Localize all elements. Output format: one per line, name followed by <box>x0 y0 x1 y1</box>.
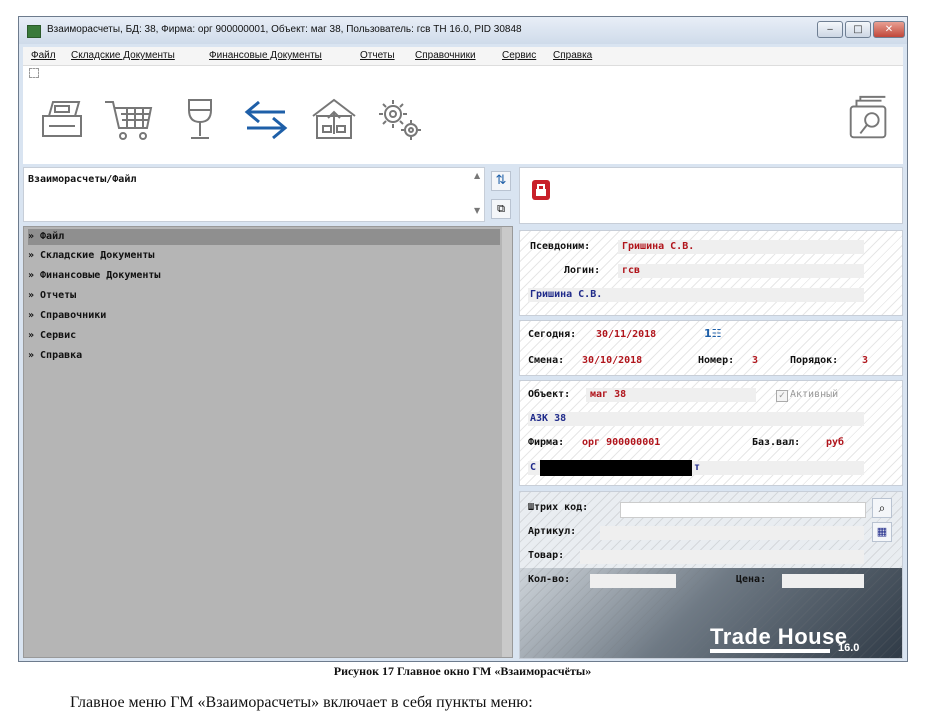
menu-reports[interactable]: Отчеты <box>360 50 395 61</box>
tree-item-references[interactable]: » Справочники <box>28 308 106 324</box>
calendar-icon[interactable]: 1☷ <box>704 327 722 340</box>
user-panel: Псевдоним: Гришина С.В. Логин: гсв Гриши… <box>519 230 903 316</box>
shift-label: Смена: <box>528 355 565 366</box>
figure-caption: Рисунок 17 Главное окно ГМ «Взаиморасчёт… <box>333 664 592 678</box>
tree-scrollbar[interactable] <box>502 227 512 657</box>
keyboard-icon[interactable]: ▦ <box>872 522 892 542</box>
binoculars-icon[interactable]: ⌕ <box>872 498 892 518</box>
tree-item-finance-docs[interactable]: » Финансовые Документы <box>28 268 160 284</box>
alias-label: Псевдоним: <box>530 241 591 252</box>
active-checkbox[interactable]: ✓ <box>776 390 788 402</box>
today-label: Сегодня: <box>528 329 577 340</box>
stop-icon[interactable] <box>532 180 550 200</box>
menu-references[interactable]: Справочники <box>415 50 476 61</box>
product-label: Товар: <box>528 550 565 561</box>
tree-item-service[interactable]: » Сервис <box>28 328 76 344</box>
brand-version: 16.0 <box>838 642 860 654</box>
redacted-prefix: С <box>530 462 537 473</box>
article-input[interactable] <box>600 526 864 540</box>
tree-item-reports[interactable]: » Отчеты <box>28 288 76 304</box>
wine-glass-icon[interactable] <box>173 92 227 146</box>
number-value: 3 <box>752 355 759 366</box>
cash-register-icon[interactable] <box>35 92 89 146</box>
order-value: 3 <box>862 355 869 366</box>
close-button[interactable]: ✕ <box>873 21 905 38</box>
exchange-arrows-icon[interactable] <box>239 92 293 146</box>
object-label: Объект: <box>528 389 571 400</box>
redacted-suffix: т <box>694 462 701 473</box>
warehouse-upload-icon[interactable] <box>307 92 361 146</box>
currency-label: Баз.вал: <box>752 437 801 448</box>
maximize-button[interactable]: □ <box>845 21 871 38</box>
object-panel: Объект: маг 38 ✓ Активный АЗК 38 Фирма: … <box>519 380 903 486</box>
toolbar-grip[interactable] <box>29 68 39 78</box>
menu-file[interactable]: Файл <box>31 50 56 61</box>
barcode-input[interactable] <box>620 502 866 518</box>
menu-bar: Файл Складские Документы Финансовые Доку… <box>23 47 903 66</box>
barcode-label: Штрих код: <box>528 502 589 513</box>
currency-value: руб <box>826 437 845 448</box>
login-value: гсв <box>622 265 641 276</box>
main-window: Взаиморасчеты, БД: 38, Фирма: орг 900000… <box>18 16 908 662</box>
order-label: Порядок: <box>790 355 839 366</box>
breadcrumb: Взаиморасчеты/Файл <box>28 174 137 185</box>
minimize-button[interactable]: ‒ <box>817 21 843 38</box>
today-value: 30/11/2018 <box>596 329 657 340</box>
tree-item-file[interactable]: » Файл <box>28 229 500 245</box>
qty-input[interactable] <box>590 574 676 588</box>
refresh-icon[interactable]: ⇅ <box>491 171 511 191</box>
login-label: Логин: <box>564 265 601 276</box>
app-icon <box>27 25 41 38</box>
breadcrumb-scroll-up[interactable]: ▲ <box>474 171 480 180</box>
product-input[interactable] <box>580 550 864 564</box>
gears-icon[interactable] <box>373 92 427 146</box>
breadcrumb-scroll-down[interactable]: ▼ <box>474 206 480 215</box>
tree-item-help[interactable]: » Справка <box>28 348 82 364</box>
goods-panel: Штрих код: ⌕ Артикул: ▦ Товар: Кол-во: Ц… <box>519 491 903 659</box>
price-label: Цена: <box>736 574 767 585</box>
shift-value: 30/10/2018 <box>582 355 643 366</box>
brand-name: Trade House <box>710 624 848 649</box>
price-input[interactable] <box>782 574 864 588</box>
menu-warehouse-docs[interactable]: Складские Документы <box>71 50 175 61</box>
toolbar <box>23 66 903 164</box>
breadcrumb-panel: Взаиморасчеты/Файл ▲ ▼ <box>23 167 485 222</box>
number-label: Номер: <box>698 355 735 366</box>
menu-finance-docs[interactable]: Финансовые Документы <box>209 50 322 61</box>
user-full-name: Гришина С.В. <box>530 289 603 300</box>
menu-tree: » Файл » Складские Документы » Финансовы… <box>23 226 513 658</box>
menu-help[interactable]: Справка <box>553 50 592 61</box>
window-title: Взаиморасчеты, БД: 38, Фирма: орг 900000… <box>47 24 522 35</box>
alias-value: Гришина С.В. <box>622 241 695 252</box>
active-label: Активный <box>790 389 839 400</box>
object-value: маг 38 <box>590 389 627 400</box>
qty-label: Кол-во: <box>528 574 571 585</box>
date-panel: Сегодня: 30/11/2018 1☷ Смена: 30/10/2018… <box>519 320 903 376</box>
object-name: АЗК 38 <box>530 413 567 424</box>
menu-service[interactable]: Сервис <box>502 50 536 61</box>
tree-item-warehouse-docs[interactable]: » Складские Документы <box>28 248 154 264</box>
shopping-cart-icon[interactable] <box>101 92 155 146</box>
copy-icon[interactable]: ⧉ <box>491 199 511 219</box>
redaction-bar <box>540 460 692 476</box>
document-search-icon[interactable] <box>843 92 895 146</box>
firm-value: орг 900000001 <box>582 437 661 448</box>
body-paragraph: Главное меню ГМ «Взаиморасчеты» включает… <box>70 694 533 711</box>
title-bar: Взаиморасчеты, БД: 38, Фирма: орг 900000… <box>19 17 907 44</box>
firm-label: Фирма: <box>528 437 565 448</box>
article-label: Артикул: <box>528 526 577 537</box>
status-panel <box>519 167 903 224</box>
